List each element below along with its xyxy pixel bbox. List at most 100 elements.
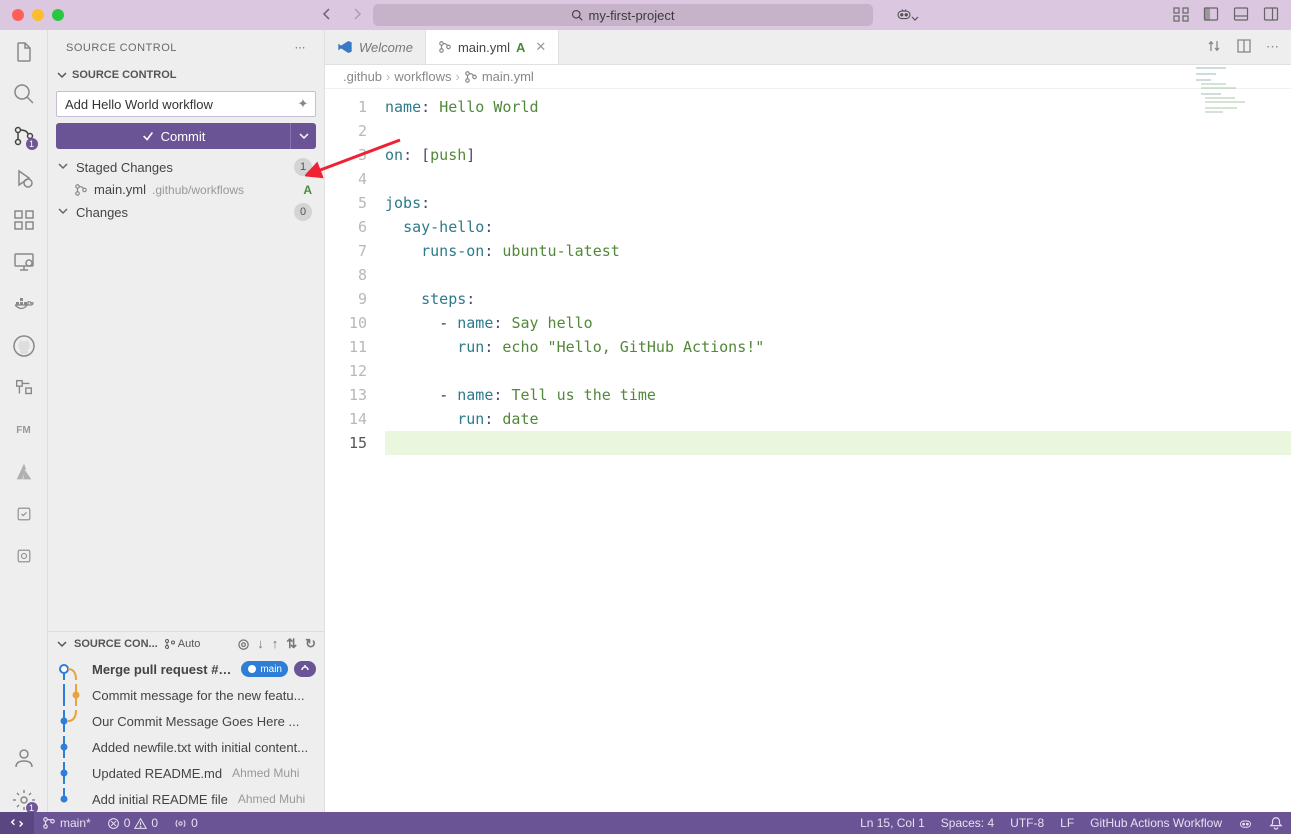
run-debug-icon[interactable]	[12, 166, 36, 190]
check-icon	[141, 129, 155, 143]
copilot-icon[interactable]	[895, 5, 919, 26]
scm-badge: 1	[26, 138, 38, 150]
status-language[interactable]: GitHub Actions Workflow	[1082, 816, 1230, 831]
github-icon[interactable]	[12, 334, 36, 358]
branch-icon	[42, 816, 56, 830]
chevron-down-icon	[57, 205, 69, 217]
code-editor[interactable]: 123456789101112131415 name: Hello World …	[325, 89, 1291, 812]
window-controls	[12, 9, 64, 21]
status-copilot-icon[interactable]	[1230, 816, 1261, 831]
explorer-icon[interactable]	[12, 40, 36, 64]
graph-auto-dropdown[interactable]: Auto	[164, 638, 201, 650]
staged-file-name: main.yml	[94, 182, 146, 197]
chevron-down-icon	[57, 160, 69, 172]
sidebar-header: SOURCE CONTROL ⋯	[48, 30, 324, 65]
maximize-window-icon[interactable]	[52, 9, 64, 21]
graph-commit-row[interactable]: Merge pull request #1 ...main	[48, 656, 324, 682]
status-spaces[interactable]: Spaces: 4	[933, 816, 1002, 831]
status-bar: main* 0 0 0 Ln 15, Col 1 Spaces: 4 UTF-8…	[0, 812, 1291, 834]
graph-commit-row[interactable]: Add initial README fileAhmed Muhi	[48, 786, 324, 812]
more-actions-icon[interactable]: ⋯	[1266, 39, 1279, 55]
tab-welcome[interactable]: Welcome	[325, 30, 426, 64]
file-icon	[438, 40, 452, 54]
source-control-section-header[interactable]: SOURCE CONTROL	[48, 65, 324, 85]
title-bar: my-first-project	[0, 0, 1291, 30]
account-icon[interactable]	[12, 746, 36, 770]
search-icon	[571, 9, 583, 21]
file-icon	[464, 70, 478, 84]
chevron-down-icon	[298, 130, 310, 142]
minimize-window-icon[interactable]	[32, 9, 44, 21]
split-editor-icon[interactable]	[1236, 38, 1252, 57]
commit-dropdown-button[interactable]	[290, 123, 316, 149]
graph-action1-icon[interactable]: ◎	[238, 636, 249, 652]
search-activity-icon[interactable]	[12, 82, 36, 106]
nav-forward-icon[interactable]	[349, 6, 365, 25]
changes-header[interactable]: Changes 0	[48, 200, 324, 224]
line-gutter: 123456789101112131415	[325, 89, 385, 812]
staged-changes-header[interactable]: Staged Changes 1	[48, 155, 324, 179]
nav-back-icon[interactable]	[319, 6, 335, 25]
chevron-down-icon	[56, 638, 68, 650]
graph-commit-row[interactable]: Updated README.mdAhmed Muhi	[48, 760, 324, 786]
graph-commit-row[interactable]: Our Commit Message Goes Here ...	[48, 708, 324, 734]
ext1-icon[interactable]	[12, 376, 36, 400]
status-encoding[interactable]: UTF-8	[1002, 816, 1052, 831]
remote-indicator[interactable]	[0, 812, 34, 834]
graph-fetch-icon[interactable]: ⇅	[286, 636, 297, 652]
toggle-primary-sidebar-icon[interactable]	[1203, 6, 1219, 25]
staged-file-row[interactable]: main.yml .github/workflows A	[48, 179, 324, 200]
search-text: my-first-project	[589, 8, 675, 23]
graph-pull-icon[interactable]: ↓	[257, 636, 264, 652]
staged-file-path: .github/workflows	[152, 183, 244, 197]
status-ports[interactable]: 0	[166, 816, 206, 830]
generate-message-icon[interactable]: ✦	[291, 96, 315, 112]
commit-button[interactable]: Commit	[56, 123, 290, 149]
toggle-panel-icon[interactable]	[1233, 6, 1249, 25]
graph-commit-row[interactable]: Commit message for the new featu...	[48, 682, 324, 708]
graph-commit-row[interactable]: Added newfile.txt with initial content..…	[48, 734, 324, 760]
commit-message-input[interactable]	[57, 97, 291, 112]
branch-icon	[164, 638, 176, 650]
source-control-icon[interactable]: 1	[12, 124, 36, 148]
error-icon	[107, 817, 120, 830]
status-cursor[interactable]: Ln 15, Col 1	[852, 816, 933, 831]
graph-push-icon[interactable]: ↑	[272, 636, 279, 652]
close-window-icon[interactable]	[12, 9, 24, 21]
graph-header[interactable]: SOURCE CON... Auto ◎ ↓ ↑ ⇅ ↻	[48, 632, 324, 656]
breadcrumb[interactable]: .github › workflows › main.yml	[325, 65, 1291, 89]
status-problems[interactable]: 0 0	[99, 816, 166, 830]
activity-bar: 1 FM 1	[0, 30, 48, 812]
docker-icon[interactable]	[12, 292, 36, 316]
tab-main-yml[interactable]: main.yml A ✕	[426, 30, 559, 64]
staged-count-badge: 1	[294, 158, 312, 176]
graph-refresh-icon[interactable]: ↻	[305, 636, 316, 652]
ext2-icon[interactable]: FM	[12, 418, 36, 442]
commit-message-input-wrap: ✦	[56, 91, 316, 117]
azure-icon[interactable]	[12, 460, 36, 484]
command-center-search[interactable]: my-first-project	[373, 4, 873, 26]
toggle-secondary-sidebar-icon[interactable]	[1263, 6, 1279, 25]
nav-arrows	[319, 6, 365, 25]
close-tab-icon[interactable]: ✕	[535, 39, 546, 55]
chevron-down-icon	[56, 69, 68, 81]
settings-gear-icon[interactable]: 1	[12, 788, 36, 812]
sidebar-panel-title: SOURCE CONTROL	[66, 42, 177, 54]
status-notifications-icon[interactable]	[1261, 816, 1291, 831]
sidebar: SOURCE CONTROL ⋯ SOURCE CONTROL ✦ Commit…	[48, 30, 325, 812]
ext3-icon[interactable]	[12, 502, 36, 526]
settings-badge: 1	[26, 802, 38, 812]
warning-icon	[134, 817, 147, 830]
changes-count-badge: 0	[294, 203, 312, 221]
extensions-icon[interactable]	[12, 208, 36, 232]
ext4-icon[interactable]	[12, 544, 36, 568]
status-branch[interactable]: main*	[34, 816, 99, 830]
code-content[interactable]: name: Hello World on: [push] jobs: say-h…	[385, 89, 1291, 812]
file-icon	[74, 183, 88, 197]
remote-explorer-icon[interactable]	[12, 250, 36, 274]
status-eol[interactable]: LF	[1052, 816, 1082, 831]
compare-changes-icon[interactable]	[1206, 38, 1222, 57]
sidebar-more-icon[interactable]: ⋯	[295, 41, 307, 54]
source-control-graph: SOURCE CON... Auto ◎ ↓ ↑ ⇅ ↻ Merge pull …	[48, 631, 324, 812]
layout-customize-icon[interactable]	[1173, 6, 1189, 25]
